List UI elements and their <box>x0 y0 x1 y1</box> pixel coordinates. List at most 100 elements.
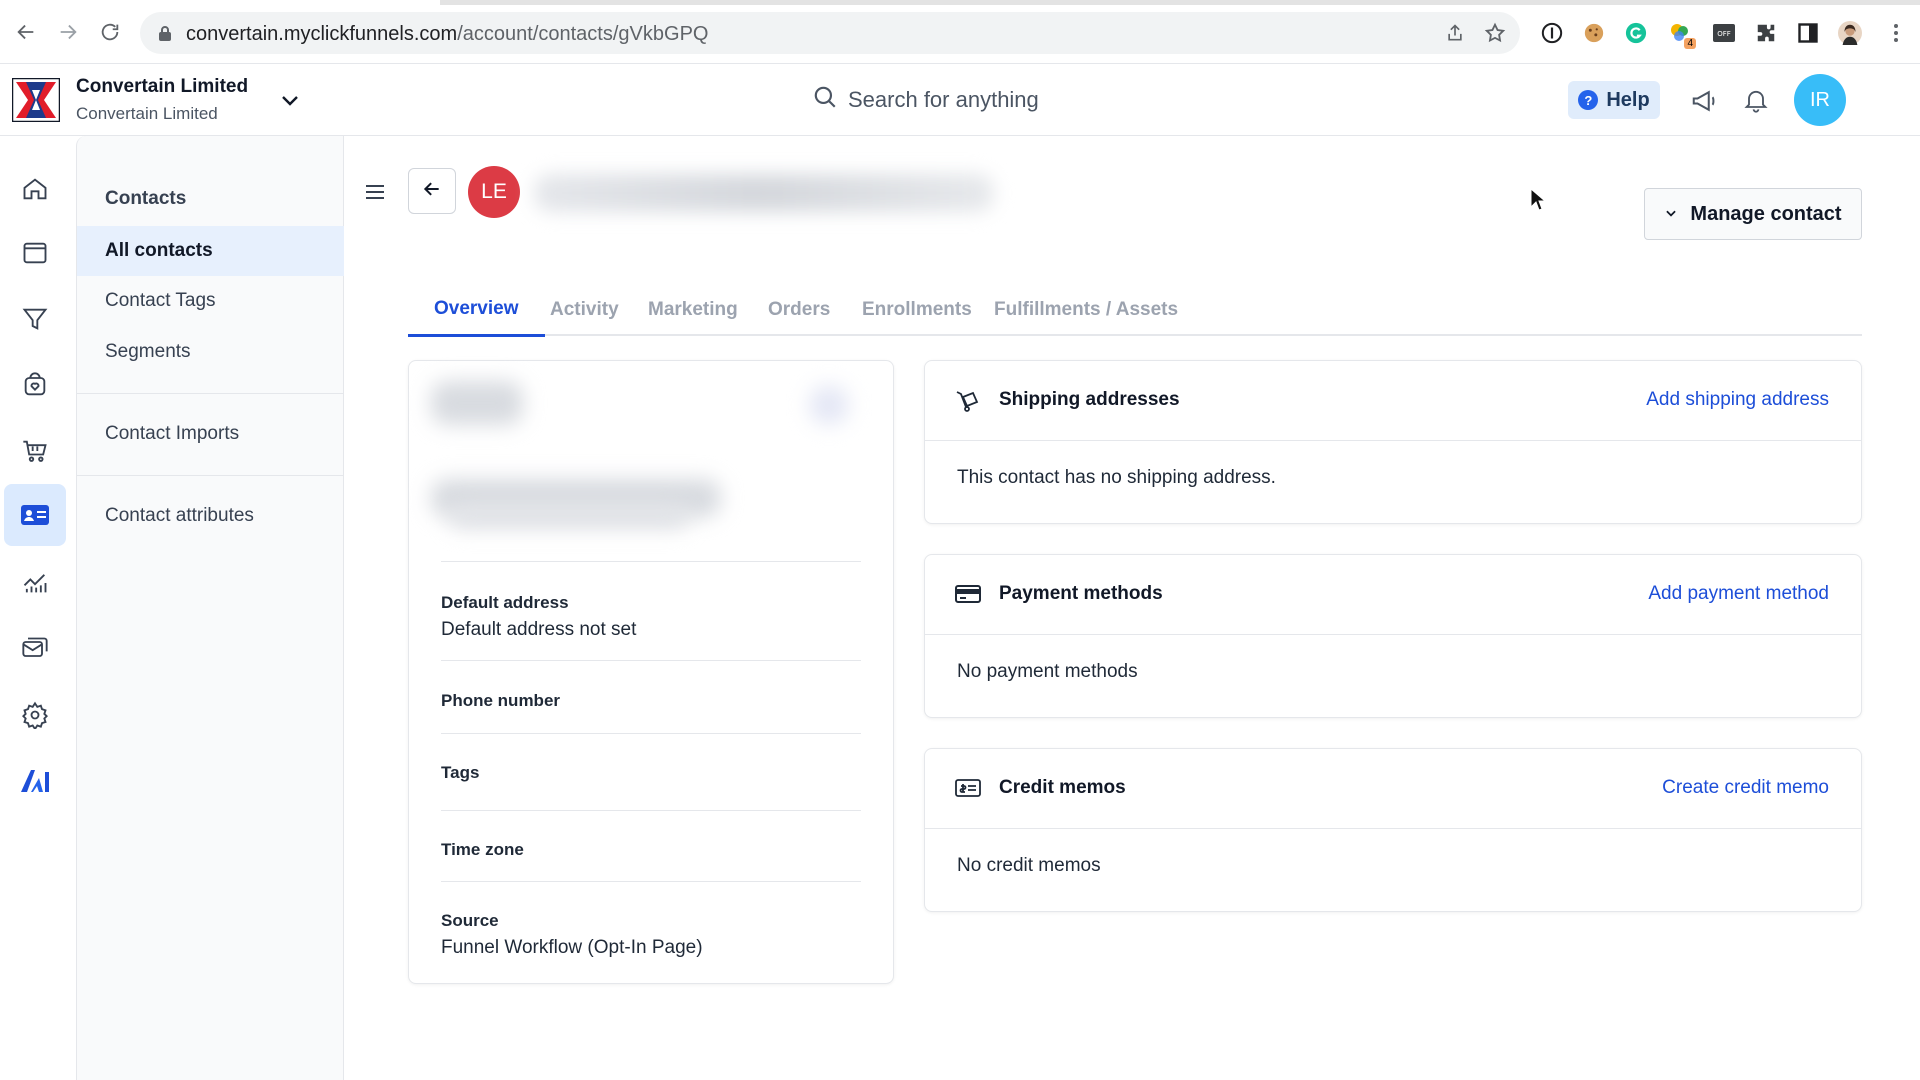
subnav-item-contact-tags[interactable]: Contact Tags <box>77 276 344 326</box>
manage-contact-button[interactable]: Manage contact <box>1644 188 1862 240</box>
subnav-item-contact-imports[interactable]: Contact Imports <box>77 409 344 459</box>
tab-strip-edge <box>440 0 1920 5</box>
back-button[interactable] <box>408 168 456 214</box>
shipping-addresses-panel: Shipping addresses Add shipping address … <box>924 360 1862 524</box>
mouse-cursor-icon <box>1530 187 1547 217</box>
megaphone-icon[interactable] <box>1690 86 1720 116</box>
credit-memos-panel: Credit memos Create credit memo No credi… <box>924 748 1862 912</box>
subnav-title: Contacts <box>105 188 187 209</box>
mail-icon[interactable] <box>4 618 66 680</box>
org-subtitle: Convertain Limited <box>76 104 218 123</box>
panel-header: Credit memos Create credit memo <box>925 749 1861 829</box>
contact-tabs: Overview Activity Marketing Orders Enrol… <box>408 284 1862 337</box>
subnav-item-contact-attributes[interactable]: Contact attributes <box>77 491 344 541</box>
field-divider <box>441 733 861 734</box>
hamburger-menu-icon[interactable] <box>366 182 388 202</box>
bell-icon[interactable] <box>1742 86 1772 116</box>
extensions-puzzle-icon[interactable] <box>1754 21 1778 45</box>
create-credit-memo-link[interactable]: Create credit memo <box>1662 777 1829 799</box>
payment-methods-panel: Payment methods Add payment method No pa… <box>924 554 1862 718</box>
back-nav-icon[interactable] <box>12 18 40 46</box>
panel-title: Shipping addresses <box>999 389 1180 410</box>
contact-card-icon[interactable] <box>4 484 66 546</box>
tags-label: Tags <box>441 763 480 782</box>
source-label: Source <box>441 911 499 930</box>
settings-icon[interactable] <box>4 684 66 746</box>
panel-header: Shipping addresses Add shipping address <box>925 361 1861 441</box>
org-name[interactable]: Convertain Limited <box>76 76 248 98</box>
search-placeholder: Search for anything <box>848 87 1039 112</box>
browser-window-icon[interactable] <box>4 222 66 284</box>
off-toggle-extension-icon[interactable]: OFF <box>1712 21 1736 45</box>
home-icon[interactable] <box>4 158 66 220</box>
svg-text:OFF: OFF <box>1717 30 1731 38</box>
clickfunnels-logo[interactable] <box>10 76 62 124</box>
redacted-block <box>449 503 689 529</box>
help-button[interactable]: ? Help <box>1568 81 1660 119</box>
side-panel-icon[interactable] <box>1796 21 1820 45</box>
bookmark-star-icon[interactable] <box>1484 22 1506 44</box>
app-header: Convertain Limited Convertain Limited Se… <box>0 64 1920 136</box>
memo-icon <box>955 777 981 801</box>
colorful-extension-icon[interactable]: 4 <box>1668 21 1696 49</box>
default-address-label: Default address <box>441 593 569 612</box>
funnel-icon[interactable] <box>4 288 66 350</box>
search-icon <box>812 84 838 116</box>
panel-title: Payment methods <box>999 583 1163 604</box>
tab-fulfillments-assets[interactable]: Fulfillments / Assets <box>968 284 1204 336</box>
org-switcher-chevron-icon[interactable] <box>278 88 302 112</box>
default-address-value: Default address not set <box>441 619 637 640</box>
profile-avatar-icon[interactable] <box>1838 21 1862 45</box>
global-search[interactable]: Search for anything <box>812 84 1039 116</box>
user-avatar[interactable]: IR <box>1794 74 1846 126</box>
panel-header: Payment methods Add payment method <box>925 555 1861 635</box>
panel-empty-text: This contact has no shipping address. <box>957 467 1276 488</box>
help-label: Help <box>1606 88 1650 111</box>
add-shipping-address-link[interactable]: Add shipping address <box>1646 389 1829 411</box>
contact-profile-card: Default address Default address not set … <box>408 360 894 984</box>
source-value: Funnel Workflow (Opt-In Page) <box>441 937 703 958</box>
add-payment-method-link[interactable]: Add payment method <box>1648 583 1829 605</box>
field-divider <box>441 881 861 882</box>
panel-empty-text: No payment methods <box>957 661 1138 682</box>
shipping-cart-icon <box>955 389 981 413</box>
extension-badge: 4 <box>1684 38 1696 49</box>
forward-nav-icon[interactable] <box>54 18 82 46</box>
grammarly-extension-icon[interactable] <box>1624 21 1648 45</box>
icon-rail <box>0 136 72 1080</box>
share-icon[interactable] <box>1444 22 1466 44</box>
contact-detail-main: LE Manage contact Overview Activity Mark… <box>344 136 1920 1080</box>
panel-title: Credit memos <box>999 777 1126 798</box>
store-icon[interactable] <box>4 354 66 416</box>
contacts-subnav: Contacts All contacts Contact Tags Segme… <box>76 136 344 1080</box>
contact-name-redacted <box>534 174 994 212</box>
kebab-menu-icon[interactable] <box>1884 21 1908 45</box>
redacted-block <box>809 385 849 425</box>
cookie-extension-icon[interactable] <box>1582 21 1606 45</box>
phone-number-label: Phone number <box>441 691 561 710</box>
panel-empty-text: No credit memos <box>957 855 1101 876</box>
address-bar[interactable]: convertain.myclickfunnels.com/account/co… <box>140 12 1520 54</box>
question-circle-icon: ? <box>1578 90 1599 110</box>
password-manager-extension-icon[interactable] <box>1540 21 1564 45</box>
redacted-block <box>431 381 523 425</box>
subnav-item-segments[interactable]: Segments <box>77 327 344 377</box>
subnav-item-all-contacts[interactable]: All contacts <box>77 226 344 276</box>
time-zone-label: Time zone <box>441 840 524 859</box>
chevron-down-icon <box>1664 203 1678 226</box>
arrow-left-icon <box>422 179 442 204</box>
analytics-icon[interactable] <box>4 552 66 614</box>
manage-contact-label: Manage contact <box>1690 202 1842 225</box>
cart-icon[interactable] <box>4 420 66 482</box>
subnav-divider <box>77 475 344 476</box>
reload-icon[interactable] <box>96 18 124 46</box>
lock-icon <box>158 25 172 46</box>
contact-avatar: LE <box>468 166 520 218</box>
url-text: convertain.myclickfunnels.com/account/co… <box>186 23 709 45</box>
field-divider <box>441 660 861 661</box>
field-divider <box>441 561 861 562</box>
credit-card-icon <box>955 583 981 607</box>
browser-toolbar: convertain.myclickfunnels.com/account/co… <box>0 0 1920 64</box>
ai-icon[interactable] <box>4 750 66 812</box>
subnav-divider <box>77 393 344 394</box>
